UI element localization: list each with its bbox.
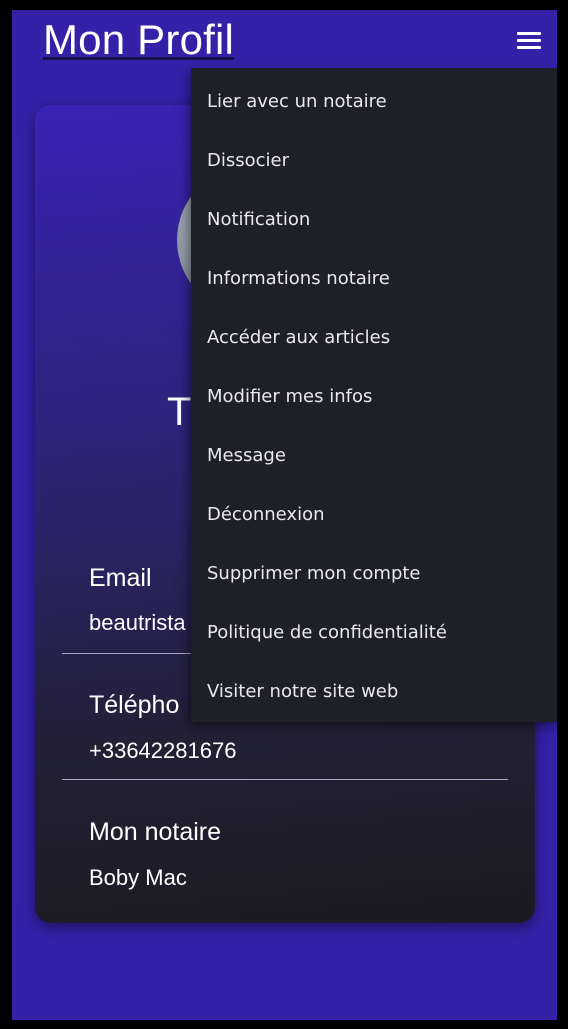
menu-item-dissociate[interactable]: Dissocier <box>191 131 557 190</box>
phone-value: +33642281676 <box>89 738 237 763</box>
menu-item-logout[interactable]: Déconnexion <box>191 485 557 544</box>
menu-item-notification[interactable]: Notification <box>191 190 557 249</box>
menu-item-visit-website[interactable]: Visiter notre site web <box>191 662 557 721</box>
profile-name: T <box>167 390 192 434</box>
hamburger-line <box>517 39 541 42</box>
menu-item-link-notary[interactable]: Lier avec un notaire <box>191 72 557 131</box>
hamburger-line <box>517 46 541 49</box>
hamburger-menu-icon[interactable] <box>517 32 541 50</box>
hamburger-line <box>517 32 541 35</box>
divider <box>62 779 508 780</box>
phone-label: Télépho <box>89 691 180 719</box>
email-label: Email <box>89 564 152 592</box>
app-screen: Mon Profil T Email beautrista Télépho +3… <box>12 10 557 1020</box>
menu-item-privacy-policy[interactable]: Politique de confidentialité <box>191 603 557 662</box>
notary-label: Mon notaire <box>89 818 222 846</box>
menu-item-edit-info[interactable]: Modifier mes infos <box>191 367 557 426</box>
menu-item-delete-account[interactable]: Supprimer mon compte <box>191 544 557 603</box>
menu-item-notary-info[interactable]: Informations notaire <box>191 249 557 308</box>
email-value: beautrista <box>89 610 186 635</box>
page-title: Mon Profil <box>43 16 235 63</box>
menu-item-articles[interactable]: Accéder aux articles <box>191 308 557 367</box>
notary-value: Boby Mac <box>89 865 187 890</box>
dropdown-menu: Lier avec un notaire Dissocier Notificat… <box>191 68 557 722</box>
menu-item-message[interactable]: Message <box>191 426 557 485</box>
